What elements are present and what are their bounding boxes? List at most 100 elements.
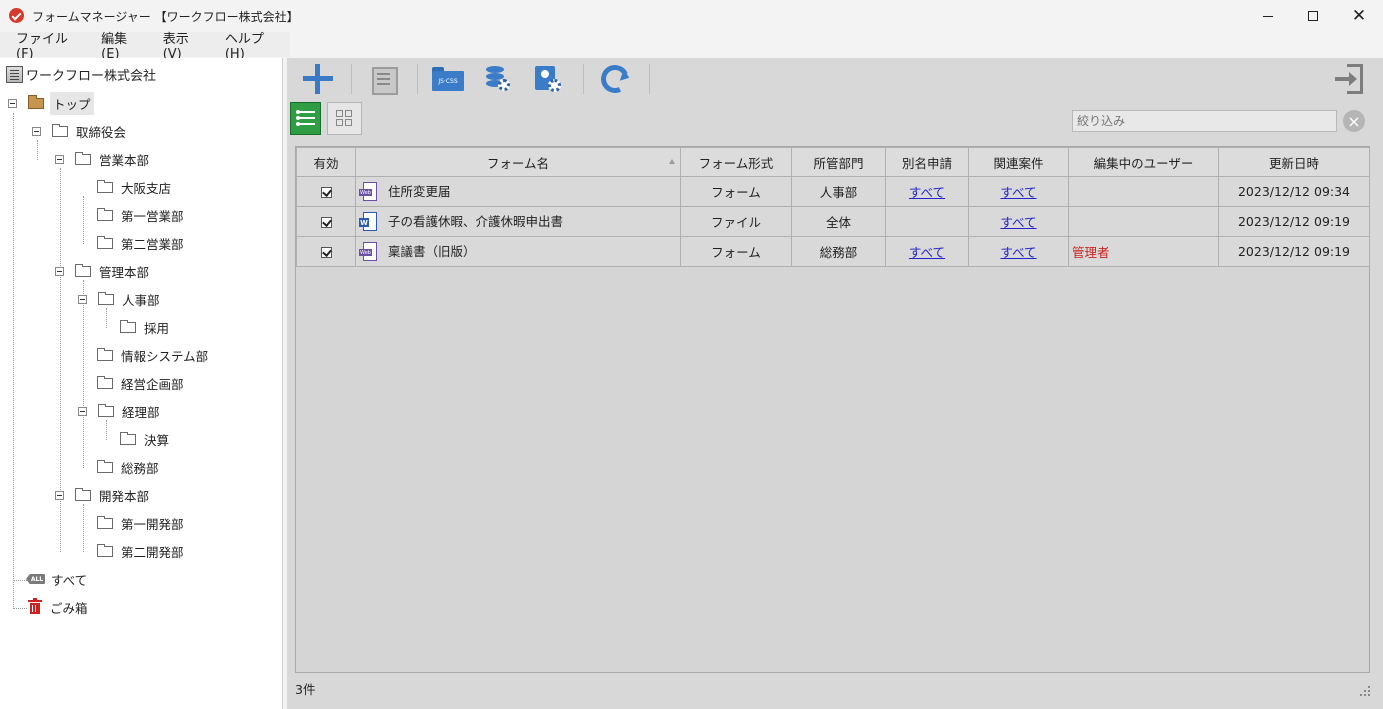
tree-node-top[interactable]: トップ	[8, 91, 94, 115]
tree-root[interactable]: ワークフロー株式会社	[6, 64, 156, 84]
department: 総務部	[791, 236, 886, 267]
tree-node-label: 経理部	[122, 404, 160, 420]
tree-node-label: 開発本部	[99, 488, 150, 504]
col-enabled[interactable]: 有効	[296, 147, 356, 177]
collapse-icon[interactable]	[55, 491, 64, 500]
col-updated[interactable]: 更新日時	[1218, 147, 1370, 177]
enabled-checkbox[interactable]	[320, 217, 332, 228]
filter-input[interactable]	[1072, 110, 1337, 132]
folder-icon	[52, 123, 68, 137]
col-form-name[interactable]: フォーム名	[355, 147, 681, 177]
collapse-icon[interactable]	[8, 99, 17, 108]
js-css-button[interactable]	[430, 62, 466, 96]
word-file-icon: W	[359, 212, 378, 232]
table-row[interactable]: Web 住所変更届 フォーム 人事部 すべて すべて 2023/12/12 09…	[296, 176, 1370, 207]
tree-node-label: 大阪支店	[121, 180, 172, 196]
tree-connector	[106, 308, 107, 328]
enabled-checkbox[interactable]	[320, 187, 332, 198]
menu-help[interactable]: ヘルプ(H)	[215, 28, 290, 62]
alias-link[interactable]: すべて	[909, 245, 945, 260]
close-button[interactable]: ✕	[1336, 0, 1382, 32]
minimize-icon	[1263, 15, 1273, 17]
database-settings-button[interactable]	[480, 62, 516, 96]
tree-node-admin-hq[interactable]: 管理本部	[55, 261, 149, 281]
folder-icon	[75, 487, 91, 501]
related-link[interactable]: すべて	[1000, 185, 1036, 200]
collapse-icon[interactable]	[32, 127, 41, 136]
tree-node-label: 管理本部	[99, 264, 150, 280]
toolbar-separator	[583, 64, 584, 94]
tree-node-recruit[interactable]: 採用	[120, 317, 169, 337]
minimize-button[interactable]	[1245, 0, 1291, 32]
tree-node-trash[interactable]: ごみ箱	[28, 597, 88, 617]
col-editing-user[interactable]: 編集中のユーザー	[1068, 147, 1219, 177]
tree-node-label: 第一営業部	[121, 208, 184, 224]
web-form-icon: Web	[359, 182, 378, 202]
tree-node-osaka[interactable]: 大阪支店	[97, 177, 171, 197]
tree-node-general-affairs[interactable]: 総務部	[97, 457, 159, 477]
enabled-checkbox[interactable]	[320, 247, 332, 258]
folder-icon	[97, 207, 113, 221]
sort-asc-icon	[669, 159, 675, 164]
tree-node-label: 決算	[144, 432, 170, 448]
related-link[interactable]: すべて	[1000, 215, 1036, 230]
tree-node-accounting[interactable]: 経理部	[78, 401, 160, 421]
tree-node-settlement[interactable]: 決算	[120, 429, 169, 449]
tree-node-sales-hq[interactable]: 営業本部	[55, 149, 149, 169]
resize-grip-icon[interactable]	[1360, 686, 1370, 696]
collapse-icon[interactable]	[55, 267, 64, 276]
clear-icon: ×	[1347, 111, 1361, 131]
collapse-icon[interactable]	[78, 407, 87, 416]
form-list-pane: × 有効 フォーム名 フォーム形式 所管部門 別名申請 関連案件 編集中のユーザ…	[287, 58, 1383, 709]
maximize-button[interactable]	[1290, 0, 1336, 32]
refresh-icon	[597, 61, 633, 97]
list-icon	[368, 65, 398, 95]
folder-icon	[97, 543, 113, 557]
tree-node-label: ごみ箱	[50, 600, 88, 616]
menu-view[interactable]: 表示(V)	[153, 28, 215, 62]
collapse-icon[interactable]	[78, 295, 87, 304]
refresh-button[interactable]	[597, 61, 633, 97]
menu-file[interactable]: ファイル(F)	[6, 28, 91, 62]
folder-icon	[97, 179, 113, 193]
tree-node-dev-1[interactable]: 第一開発部	[97, 513, 184, 533]
form-name: 子の看護休暇、介護休暇申出書	[387, 213, 563, 229]
tree-node-board[interactable]: 取締役会	[32, 121, 126, 141]
trash-icon	[28, 598, 42, 615]
col-form-type[interactable]: フォーム形式	[680, 147, 792, 177]
menu-edit[interactable]: 編集(E)	[91, 28, 153, 62]
exit-button[interactable]	[1332, 62, 1368, 96]
list-button[interactable]	[364, 62, 400, 96]
col-department[interactable]: 所管部門	[791, 147, 886, 177]
tree-node-label: 取締役会	[76, 124, 127, 140]
folder-icon	[98, 403, 114, 417]
grid-view-button[interactable]	[327, 102, 362, 135]
web-form-icon: Web	[359, 242, 378, 262]
table-row[interactable]: W 子の看護休暇、介護休暇申出書 ファイル 全体 すべて 2023/12/12 …	[296, 206, 1370, 237]
toolbar-separator	[649, 64, 650, 94]
toolbar-separator	[351, 64, 352, 94]
folder-icon	[98, 291, 114, 305]
clear-filter-button[interactable]: ×	[1343, 110, 1365, 132]
col-related[interactable]: 関連案件	[968, 147, 1069, 177]
tree-node-it[interactable]: 情報システム部	[97, 345, 208, 365]
user-settings-button[interactable]	[530, 62, 566, 96]
js-css-folder-icon	[432, 67, 464, 91]
alias-link[interactable]: すべて	[909, 185, 945, 200]
tree-node-hr[interactable]: 人事部	[78, 289, 160, 309]
folder-icon	[97, 515, 113, 529]
tree-node-sales-1[interactable]: 第一営業部	[97, 205, 184, 225]
tree-node-sales-2[interactable]: 第二営業部	[97, 233, 184, 253]
tree-node-planning[interactable]: 経営企画部	[97, 373, 184, 393]
collapse-icon[interactable]	[55, 155, 64, 164]
add-form-button[interactable]	[300, 62, 336, 96]
col-alias-request[interactable]: 別名申請	[885, 147, 969, 177]
list-view-button[interactable]	[290, 102, 321, 135]
table-row[interactable]: Web 稟議書（旧版） フォーム 総務部 すべて すべて 管理者 2023/12…	[296, 236, 1370, 267]
table-header-row: 有効 フォーム名 フォーム形式 所管部門 別名申請 関連案件 編集中のユーザー …	[296, 147, 1370, 177]
tree-node-dev-2[interactable]: 第二開発部	[97, 541, 184, 561]
tree-node-all[interactable]: ALL すべて	[26, 569, 87, 589]
tree-node-dev-hq[interactable]: 開発本部	[55, 485, 149, 505]
folder-icon	[97, 347, 113, 361]
related-link[interactable]: すべて	[1000, 245, 1036, 260]
